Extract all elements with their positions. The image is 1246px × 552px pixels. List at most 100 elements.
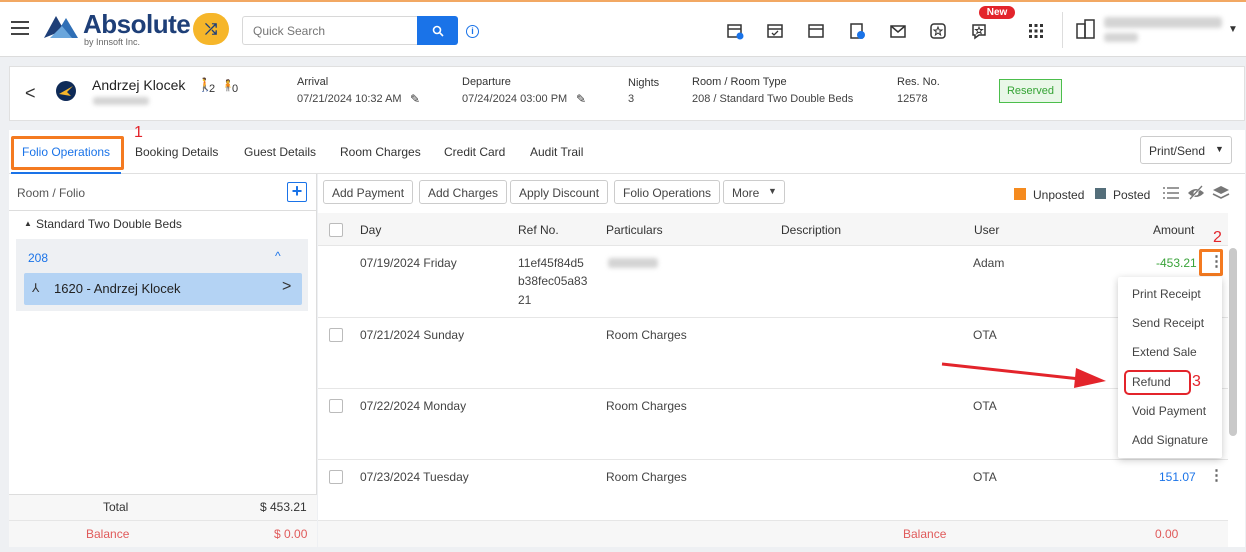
row-actions-kebab-icon[interactable]: ⋮ xyxy=(1209,254,1224,269)
table-balance-value: 0.00 xyxy=(1155,527,1179,541)
table-row[interactable]: 07/23/2024 Tuesday Room Charges OTA 151.… xyxy=(318,460,1228,520)
chevron-right-icon[interactable]: > xyxy=(282,278,291,296)
annotation-1: 1 xyxy=(134,124,143,141)
calendar-icon[interactable] xyxy=(807,22,825,40)
tab-booking-details[interactable]: Booking Details xyxy=(135,145,218,159)
row-user: Adam xyxy=(973,256,1005,270)
info-icon[interactable]: i xyxy=(466,25,479,38)
balance-value: $ 0.00 xyxy=(274,527,308,541)
mail-icon[interactable] xyxy=(889,22,907,40)
calendar-check-icon[interactable] xyxy=(766,22,784,40)
quick-search-input[interactable] xyxy=(242,16,418,45)
guest-name[interactable]: Andrzej Klocek xyxy=(92,77,185,93)
vertical-scrollbar[interactable] xyxy=(1229,248,1237,436)
more-label: More xyxy=(732,186,760,200)
property-name[interactable] xyxy=(1104,17,1222,28)
list-view-icon[interactable] xyxy=(1162,185,1180,204)
col-day[interactable]: Day xyxy=(360,223,381,237)
row-particulars-redacted xyxy=(608,258,658,268)
row-user: OTA xyxy=(973,470,997,484)
print-send-dropdown[interactable]: Print/Send ▼ xyxy=(1140,136,1232,164)
annotation-3: 3 xyxy=(1192,373,1201,390)
chevron-up-icon[interactable]: ^ xyxy=(275,249,281,263)
collapse-triangle-icon[interactable]: ▲ xyxy=(24,219,32,228)
adult-count: 2 xyxy=(209,83,216,95)
tab-guest-details[interactable]: Guest Details xyxy=(244,145,316,159)
edit-departure-icon[interactable]: ✎ xyxy=(576,92,586,106)
star-feedback-icon[interactable] xyxy=(970,22,988,40)
row-checkbox[interactable] xyxy=(329,399,343,413)
tab-credit-card[interactable]: Credit Card xyxy=(444,145,505,159)
menu-item-add-signature[interactable]: Add Signature xyxy=(1132,433,1208,447)
row-day: 07/22/2024 Monday xyxy=(360,399,467,413)
tab-audit-trail[interactable]: Audit Trail xyxy=(530,145,583,159)
row-particulars: Room Charges xyxy=(606,399,687,413)
departure-label: Departure xyxy=(462,76,511,88)
tab-folio-operations[interactable]: Folio Operations xyxy=(22,145,110,159)
row-checkbox[interactable] xyxy=(329,470,343,484)
row-context-menu: Print Receipt Send Receipt Extend Sale R… xyxy=(1118,277,1222,458)
print-send-label: Print/Send xyxy=(1149,144,1206,158)
chevron-down-icon: ▼ xyxy=(1215,144,1224,154)
logo-text: Absolute xyxy=(83,9,191,39)
table-balance-row xyxy=(318,520,1228,547)
unposted-swatch xyxy=(1014,188,1026,200)
menu-item-send-receipt[interactable]: Send Receipt xyxy=(1132,316,1204,330)
tab-room-charges[interactable]: Room Charges xyxy=(340,145,421,159)
balance-row xyxy=(9,520,317,547)
menu-item-void-payment[interactable]: Void Payment xyxy=(1132,404,1206,418)
unposted-legend: Unposted xyxy=(1033,188,1085,202)
property-code xyxy=(1104,33,1138,42)
balance-label: Balance xyxy=(86,527,130,541)
table-row[interactable]: 07/19/2024 Friday 11ef45f84d5 b38fec05a8… xyxy=(318,247,1228,318)
total-label: Total xyxy=(103,500,129,514)
table-row[interactable]: 07/22/2024 Monday Room Charges OTA xyxy=(318,389,1228,460)
col-user[interactable]: User xyxy=(974,223,999,237)
apply-discount-button[interactable]: Apply Discount xyxy=(510,180,609,204)
apps-grid-icon[interactable] xyxy=(1027,22,1045,40)
search-button[interactable] xyxy=(417,16,458,45)
building-icon[interactable] xyxy=(1075,18,1097,43)
menu-item-print-receipt[interactable]: Print Receipt xyxy=(1132,287,1201,301)
menu-icon[interactable] xyxy=(11,21,29,35)
add-payment-button[interactable]: Add Payment xyxy=(323,180,414,204)
arrival-label: Arrival xyxy=(297,76,329,88)
back-arrow-icon[interactable]: < xyxy=(25,83,36,104)
edit-arrival-icon[interactable]: ✎ xyxy=(410,92,420,106)
col-amount[interactable]: Amount xyxy=(1153,223,1194,237)
more-dropdown[interactable]: More ▼ xyxy=(723,180,785,204)
menu-item-extend-sale[interactable]: Extend Sale xyxy=(1132,345,1197,359)
row-amount: 151.07 xyxy=(1159,470,1196,484)
row-particulars: Room Charges xyxy=(606,470,687,484)
billing-icon[interactable] xyxy=(848,22,866,40)
add-folio-button[interactable]: + xyxy=(287,182,307,202)
star-badge-icon[interactable] xyxy=(929,22,947,40)
room-type-group[interactable]: Standard Two Double Beds xyxy=(36,217,182,231)
row-day: 07/21/2024 Sunday xyxy=(360,328,465,342)
col-ref[interactable]: Ref No. xyxy=(518,223,559,237)
col-particulars[interactable]: Particulars xyxy=(606,223,663,237)
add-charges-button[interactable]: Add Charges xyxy=(419,180,508,204)
room-folio-header: Room / Folio xyxy=(17,186,86,200)
hide-eye-icon[interactable] xyxy=(1187,185,1205,204)
app-logo[interactable]: Absolute by Innsoft Inc. xyxy=(42,9,202,50)
layers-icon[interactable] xyxy=(1212,184,1230,205)
row-checkbox[interactable] xyxy=(329,328,343,342)
col-description[interactable]: Description xyxy=(781,223,841,237)
folio-name: 1620 - Andrzej Klocek xyxy=(54,281,181,296)
shuffle-icon[interactable]: ⤮ xyxy=(193,13,229,45)
room-number[interactable]: 208 xyxy=(28,251,48,265)
row-particulars: Room Charges xyxy=(606,328,687,342)
nights-value: 3 xyxy=(628,93,635,105)
calendar-add-icon[interactable] xyxy=(726,22,744,40)
folio-operations-button[interactable]: Folio Operations xyxy=(614,180,721,204)
search-icon xyxy=(432,25,444,37)
child-count: 0 xyxy=(232,83,239,95)
select-all-checkbox[interactable] xyxy=(329,223,343,237)
annotation-2: 2 xyxy=(1213,229,1222,246)
chevron-down-icon[interactable]: ▼ xyxy=(1228,24,1238,35)
res-no-value: 12578 xyxy=(897,93,928,105)
row-ref-line-2: b38fec05a83 xyxy=(518,274,588,288)
row-actions-kebab-icon[interactable]: ⋮ xyxy=(1209,468,1224,483)
divider xyxy=(1062,12,1063,48)
